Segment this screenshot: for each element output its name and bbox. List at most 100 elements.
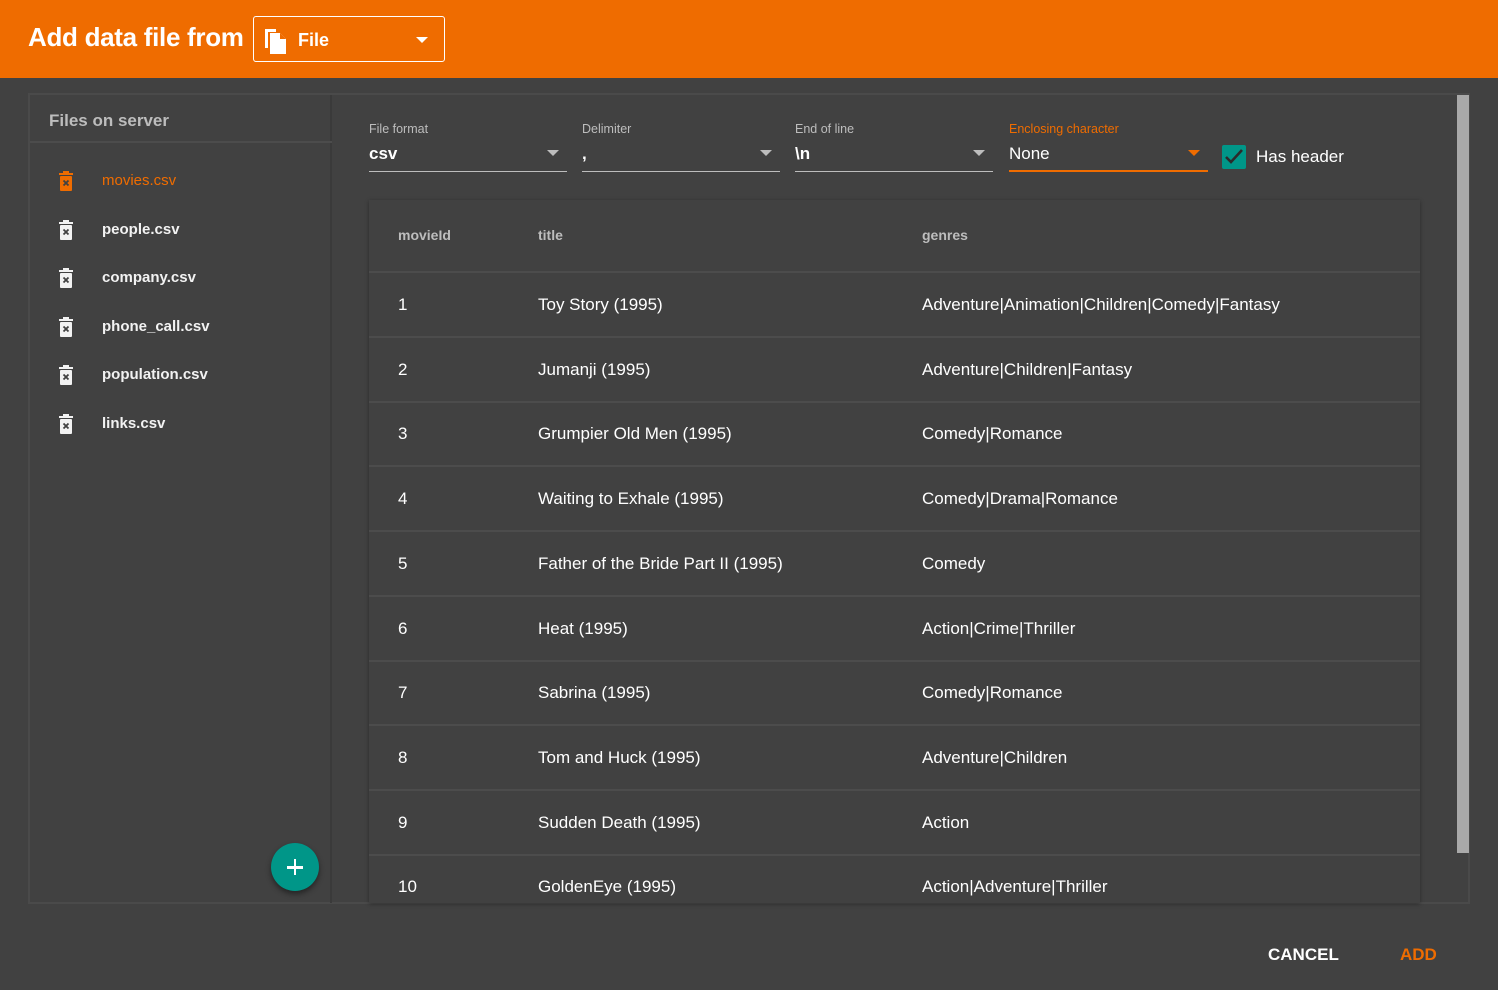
file-item[interactable]: company.csv [30,258,332,298]
enclosing-character-select[interactable]: Enclosing character None [1009,120,1208,172]
cell-movieid: 7 [398,683,408,703]
dialog-title: Add data file from [28,22,244,52]
enclosing-character-value: None [1009,144,1050,163]
chevron-down-icon [973,150,985,156]
preview-table: movieId title genres 1 Toy Story (1995) Ad… [369,200,1420,903]
file-name: company.csv [102,269,196,286]
end-of-line-label: End of line [795,122,855,136]
cell-movieid: 9 [398,812,408,832]
table-row: 5 Father of the Bride Part II (1995) Comed… [369,532,1420,597]
add-file-button[interactable] [271,843,319,891]
cell-genres: Adventure|Animation|Children|Comedy|Fant… [922,295,1280,314]
cell-genres: Comedy|Romance [922,424,1063,444]
table-row: 9 Sudden Death (1995) Action [369,791,1420,856]
table-header-row: movieId title genres [369,200,1420,273]
underline [582,171,780,172]
cell-title: Tom and Huck (1995) [538,747,701,767]
cell-title: Father of the Bride Part II (1995) [538,553,783,573]
cell-movieid: 6 [398,618,408,638]
table-row: 4 Waiting to Exhale (1995) Comedy|Drama|Ro… [369,467,1420,533]
table-row: 1 Toy Story (1995) Adventure|Animation|Chi… [369,273,1420,338]
file-format-value: csv [369,144,398,163]
cell-genres: Comedy|Romance [922,683,1063,703]
file-name: movies.csv [102,172,177,189]
delimiter-select[interactable]: Delimiter , [582,120,780,172]
cell-genres: Action|Crime|Thriller [922,618,1076,638]
trash-icon[interactable] [58,413,74,434]
table-row: 2 Jumanji (1995) Adventure|Children|Fantas… [369,338,1420,403]
table-row: 7 Sabrina (1995) Comedy|Romance [369,661,1420,727]
end-of-line-value: \n [795,144,811,163]
file-item[interactable]: movies.csv [30,161,332,201]
cell-genres: Adventure|Children [922,747,1068,767]
check-icon [1225,149,1243,164]
cell-movieid: 5 [398,553,408,573]
source-select[interactable]: File [253,16,445,62]
cell-movieid: 1 [398,295,408,314]
table-row: 8 Tom and Huck (1995) Adventure|Children [369,726,1420,791]
source-select-value: File [298,30,330,50]
has-header-label: Has header [1256,147,1344,166]
file-item[interactable]: phone_call.csv [30,307,332,347]
underline [795,171,993,172]
sidebar-title: Files on server [49,111,170,130]
file-name: population.csv [102,366,208,383]
has-header-checkbox[interactable] [1222,145,1246,169]
chevron-down-icon [1188,150,1200,156]
end-of-line-select[interactable]: End of line \n [795,120,993,172]
column-header: movieId [398,227,451,243]
trash-icon[interactable] [58,365,74,385]
trash-icon[interactable] [58,219,74,240]
cancel-button[interactable]: CANCEL [1268,945,1339,965]
table-row: 10 GoldenEye (1995) Action|Adventure|Thril… [369,855,1420,903]
cell-genres: Adventure|Children|Fantasy [922,359,1133,379]
file-name: people.csv [102,220,180,238]
chevron-down-icon [547,150,559,156]
file-item[interactable]: population.csv [30,355,332,395]
trash-icon[interactable] [58,268,74,288]
column-header: title [538,227,563,243]
enclosing-character-label: Enclosing character [1009,122,1119,136]
file-item[interactable]: people.csv [30,210,332,250]
file-name: links.csv [102,414,166,432]
chevron-down-icon [416,37,428,43]
cell-title: GoldenEye (1995) [538,877,676,897]
trash-icon[interactable] [58,316,74,337]
chevron-down-icon [760,150,772,156]
cell-movieid: 3 [398,424,408,444]
delimiter-value: , [582,144,587,163]
plus-icon-stroke [293,859,297,875]
dialog-header: Add data file from File [0,0,1498,78]
file-item[interactable]: links.csv [30,404,332,444]
cell-title: Heat (1995) [538,618,628,638]
cell-genres: Comedy|Drama|Romance [922,489,1118,509]
scrollbar[interactable] [1457,95,1469,853]
cell-title: Sudden Death (1995) [538,812,701,832]
sidebar-header: Files on server [30,95,332,143]
file-format-label: File format [369,122,429,136]
cell-genres: Comedy [922,553,986,573]
table-row: 6 Heat (1995) Action|Crime|Thriller [369,597,1420,662]
file-format-select[interactable]: File format csv [369,120,567,172]
table-row: 3 Grumpier Old Men (1995) Comedy|Romance [369,402,1420,468]
delimiter-label: Delimiter [582,122,632,136]
cell-movieid: 2 [398,359,408,379]
column-header: genres [922,227,968,243]
cell-movieid: 4 [398,489,408,509]
cell-title: Jumanji (1995) [538,359,651,379]
files-sidebar: Files on server movies.csv people.csv comp… [30,95,332,903]
cell-movieid: 10 [398,877,417,897]
underline [369,171,567,172]
cell-movieid: 8 [398,747,408,767]
cell-title: Toy Story (1995) [538,295,663,314]
file-copy-icon [265,29,286,54]
cell-title: Sabrina (1995) [538,683,651,703]
cell-genres: Action|Adventure|Thriller [922,877,1108,897]
file-name: phone_call.csv [102,317,210,335]
cell-title: Waiting to Exhale (1995) [538,489,724,509]
cell-genres: Action [922,812,970,832]
underline [1009,170,1208,172]
cell-title: Grumpier Old Men (1995) [538,424,732,444]
trash-icon[interactable] [58,171,74,191]
add-button[interactable]: ADD [1400,945,1437,965]
